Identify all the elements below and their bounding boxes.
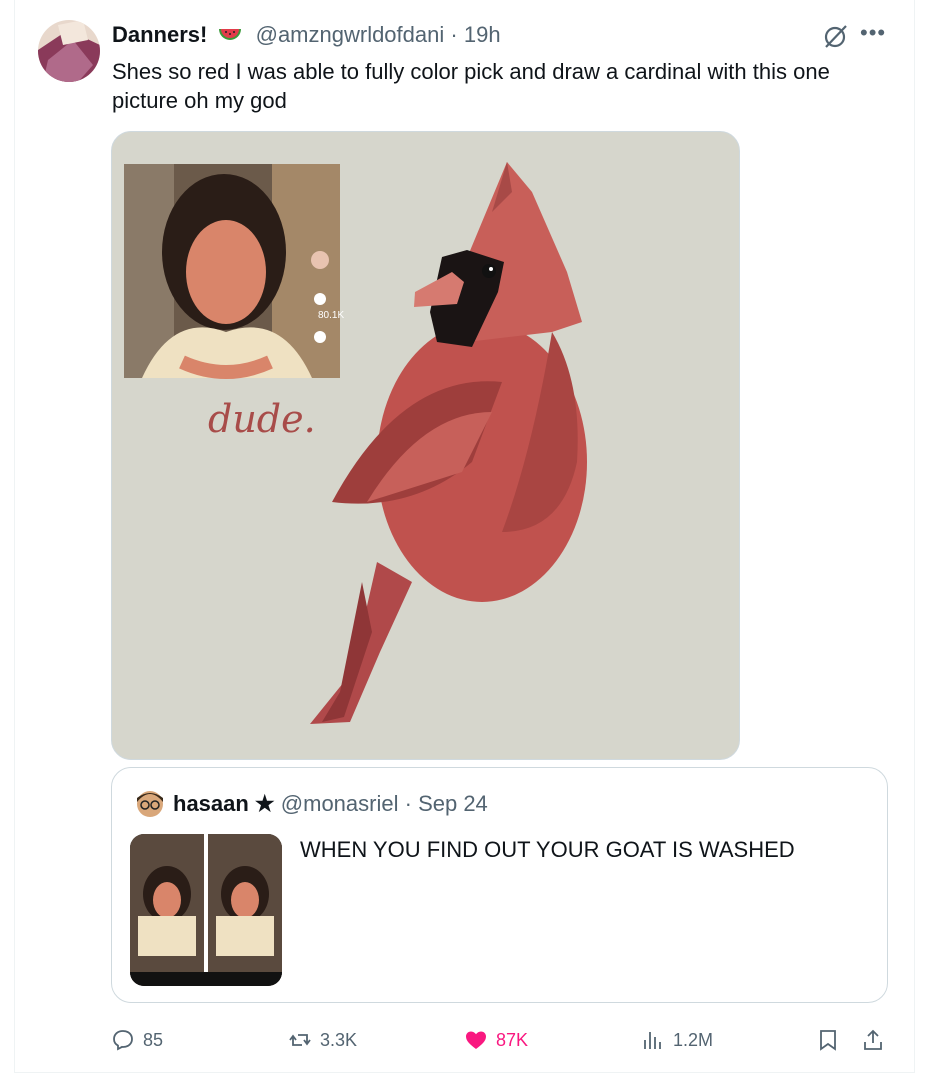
repost-count: 3.3K xyxy=(320,1029,358,1050)
reply-count: 85 xyxy=(143,1029,164,1050)
action-bar: 85 3.3K 87K 1.2M xyxy=(0,1022,946,1058)
quoted-media-thumbnail[interactable] xyxy=(130,834,282,986)
tweet-header: Danners! @amzngwrldofdani · 19h xyxy=(112,21,501,49)
like-count: 87K xyxy=(496,1029,529,1050)
quoted-avatar[interactable] xyxy=(136,790,164,818)
like-icon xyxy=(466,1031,486,1049)
quoted-author-name[interactable]: hasaan ★ xyxy=(173,791,275,816)
tweet-media[interactable]: 80.1K dude. xyxy=(111,131,740,760)
quoted-tweet[interactable]: hasaan ★ @monasriel · Sep 24 WHEN YOU FI… xyxy=(111,767,888,1003)
tweet-text: Shes so red I was able to fully color pi… xyxy=(112,59,830,113)
share-button[interactable] xyxy=(861,1022,893,1058)
quoted-author-handle[interactable]: @monasriel xyxy=(281,791,399,816)
quoted-text: WHEN YOU FIND OUT YOUR GOAT IS WASHED xyxy=(300,837,795,862)
reply-icon xyxy=(113,1030,133,1051)
repost-icon xyxy=(289,1034,311,1046)
like-button[interactable]: 87K xyxy=(464,1022,528,1058)
bookmark-icon xyxy=(820,1030,836,1051)
inset-photo xyxy=(124,164,340,379)
header-separator: · xyxy=(450,22,458,47)
grok-icon[interactable] xyxy=(820,22,850,52)
reply-button[interactable]: 85 xyxy=(111,1022,163,1058)
more-icon[interactable]: ••• xyxy=(860,20,886,46)
quoted-separator: · xyxy=(404,791,412,816)
inset-like-count: 80.1K xyxy=(318,310,344,321)
media-caption: dude. xyxy=(208,397,316,441)
quoted-header: hasaan ★ @monasriel · Sep 24 xyxy=(173,790,488,818)
views-icon xyxy=(644,1032,661,1049)
tweet-time[interactable]: 19h xyxy=(464,22,501,47)
watermelon-icon xyxy=(217,21,243,47)
bookmark-button[interactable] xyxy=(816,1022,848,1058)
author-avatar[interactable] xyxy=(38,20,100,82)
views-count: 1.2M xyxy=(673,1029,714,1050)
share-icon xyxy=(864,1029,882,1050)
author-name[interactable]: Danners! xyxy=(112,22,207,47)
cardinal-drawing xyxy=(310,162,587,724)
repost-button[interactable]: 3.3K xyxy=(288,1022,357,1058)
quoted-date[interactable]: Sep 24 xyxy=(418,791,488,816)
author-handle[interactable]: @amzngwrldofdani xyxy=(256,22,445,47)
views-button[interactable]: 1.2M xyxy=(641,1022,713,1058)
